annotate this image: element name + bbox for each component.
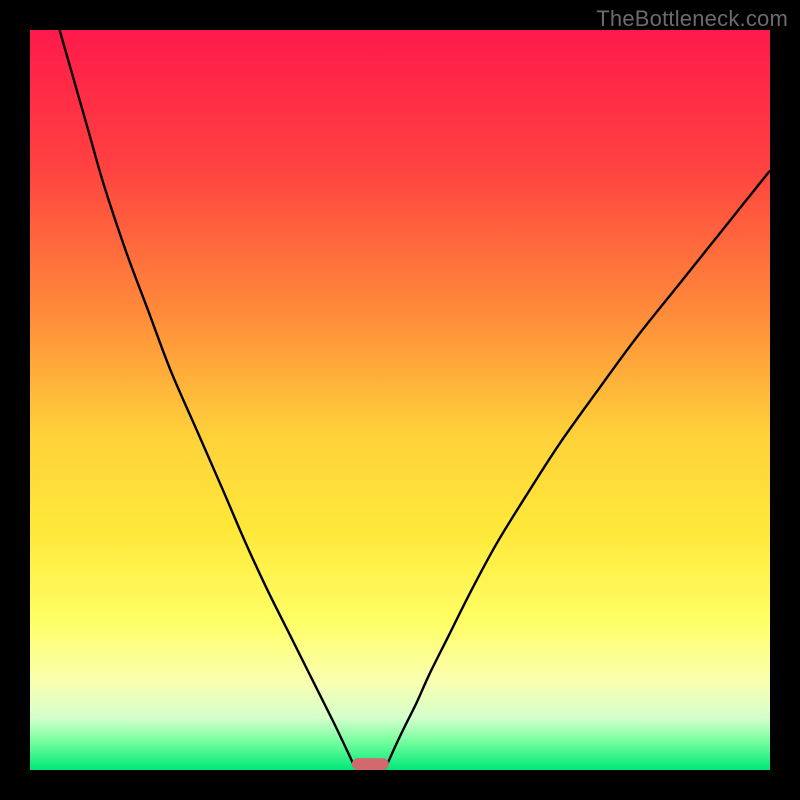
outer-frame: TheBottleneck.com [0,0,800,800]
watermark-text: TheBottleneck.com [596,6,788,32]
gradient-background [30,30,770,770]
minimum-marker [352,758,389,770]
plot-area [30,30,770,770]
bottleneck-chart [30,30,770,770]
